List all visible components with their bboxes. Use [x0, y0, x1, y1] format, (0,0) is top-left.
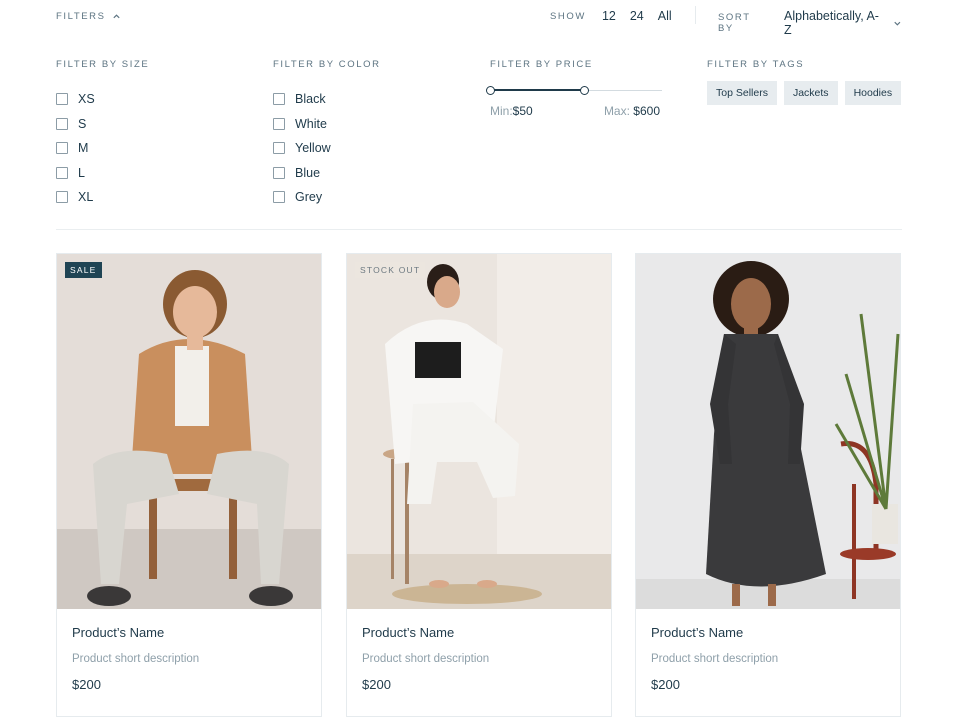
color-option-label: White: [295, 116, 327, 131]
checkbox[interactable]: [273, 166, 285, 179]
sort-dropdown[interactable]: Alphabetically, A-Z: [784, 9, 902, 37]
price-max: Max: $600: [604, 104, 660, 118]
stock-out-badge: STOCK OUT: [355, 262, 426, 278]
chevron-down-icon: [894, 21, 901, 26]
product-image[interactable]: [636, 254, 900, 609]
color-option-yellow[interactable]: Yellow: [273, 136, 381, 161]
filters-toggle-button[interactable]: FILTERS: [56, 11, 121, 22]
checkbox[interactable]: [273, 117, 285, 130]
color-option-label: Black: [295, 92, 326, 107]
size-option-label: S: [78, 116, 87, 131]
checkbox[interactable]: [56, 166, 68, 179]
size-option-label: XS: [78, 92, 95, 107]
filter-color: FILTER BY COLOR Black White Yellow Blue …: [273, 59, 381, 210]
product-description: Product short description: [651, 653, 779, 665]
checkbox[interactable]: [56, 93, 68, 106]
price-values: Min:$50 Max: $600: [490, 104, 660, 118]
slider-min-handle[interactable]: [485, 86, 495, 95]
section-divider: [56, 229, 902, 230]
show-option-24[interactable]: 24: [630, 9, 644, 23]
filter-size-title: FILTER BY SIZE: [56, 59, 150, 70]
filter-price: FILTER BY PRICE Min:$50 Max: $600: [485, 59, 662, 118]
product-name[interactable]: Product’s Name: [362, 625, 489, 640]
product-price: $200: [362, 677, 391, 692]
filter-price-title: FILTER BY PRICE: [490, 59, 593, 70]
show-label: SHOW: [550, 10, 586, 22]
product-name[interactable]: Product’s Name: [651, 625, 778, 640]
product-info: Product’s Name Product short description…: [651, 609, 778, 692]
price-min: Min:$50: [490, 104, 533, 118]
product-info: Product’s Name Product short description…: [362, 609, 489, 692]
product-card[interactable]: SALE Product’s Name Product short descri…: [56, 253, 322, 717]
size-option-m[interactable]: M: [56, 136, 149, 161]
tag-top-sellers[interactable]: Top Sellers: [707, 81, 777, 105]
price-min-label: Min:: [490, 104, 513, 118]
filter-tags: FILTER BY TAGS Top Sellers Jackets Hoodi…: [707, 59, 902, 105]
product-name[interactable]: Product’s Name: [72, 625, 199, 640]
product-card[interactable]: Product’s Name Product short description…: [635, 253, 901, 717]
product-info: Product’s Name Product short description…: [72, 609, 199, 692]
color-option-grey[interactable]: Grey: [273, 185, 381, 210]
color-option-label: Blue: [295, 165, 321, 180]
size-option-xl[interactable]: XL: [56, 185, 149, 210]
size-option-label: L: [78, 165, 85, 180]
filter-tags-title: FILTER BY TAGS: [707, 59, 805, 70]
size-option-l[interactable]: L: [56, 161, 149, 186]
price-max-value: $600: [633, 104, 660, 118]
toolbar-divider: [695, 6, 696, 24]
price-max-label: Max:: [603, 104, 630, 118]
show-option-12[interactable]: 12: [602, 9, 616, 23]
product-image[interactable]: SALE: [57, 254, 321, 609]
sale-badge: SALE: [65, 262, 102, 278]
sort-label: SORT BY: [718, 12, 751, 34]
sort-by: SORT BY Alphabetically, A-Z: [718, 9, 902, 37]
filter-size: FILTER BY SIZE XS S M L XL: [56, 59, 149, 210]
toolbar: FILTERS SHOW 12 24 All SORT BY Alphabeti…: [56, 0, 902, 37]
checkbox[interactable]: [56, 117, 68, 130]
product-description: Product short description: [362, 653, 490, 665]
show-option-all[interactable]: All: [658, 9, 672, 23]
sort-value: Alphabetically, A-Z: [784, 9, 879, 37]
show-per-page: SHOW 12 24 All: [550, 9, 686, 23]
slider-max-handle[interactable]: [580, 86, 590, 95]
size-option-label: XL: [78, 190, 94, 205]
size-option-xs[interactable]: XS: [56, 87, 149, 112]
tag-hoodies[interactable]: Hoodies: [844, 81, 902, 105]
size-option-label: M: [78, 141, 89, 156]
product-price: $200: [651, 677, 680, 692]
color-option-label: Grey: [295, 190, 323, 205]
price-min-value: $50: [512, 104, 533, 118]
checkbox[interactable]: [56, 191, 68, 204]
color-option-blue[interactable]: Blue: [273, 161, 381, 186]
size-option-s[interactable]: S: [56, 112, 149, 137]
filters-label: FILTERS: [56, 11, 106, 22]
chevron-up-icon: [112, 14, 120, 19]
tag-jackets[interactable]: Jackets: [783, 81, 838, 105]
checkbox[interactable]: [273, 191, 285, 204]
product-description: Product short description: [72, 653, 200, 665]
filter-color-title: FILTER BY COLOR: [273, 59, 381, 70]
checkbox[interactable]: [56, 142, 68, 155]
slider-selected-range: [490, 89, 585, 91]
checkbox[interactable]: [273, 93, 285, 106]
price-range-slider[interactable]: [485, 83, 662, 99]
color-option-label: Yellow: [295, 141, 331, 156]
product-card[interactable]: STOCK OUT Product’s Name Product short d…: [346, 253, 612, 717]
color-option-black[interactable]: Black: [273, 87, 381, 112]
color-option-white[interactable]: White: [273, 112, 381, 137]
checkbox[interactable]: [273, 142, 285, 155]
product-image[interactable]: STOCK OUT: [347, 254, 611, 609]
product-price: $200: [72, 677, 101, 692]
